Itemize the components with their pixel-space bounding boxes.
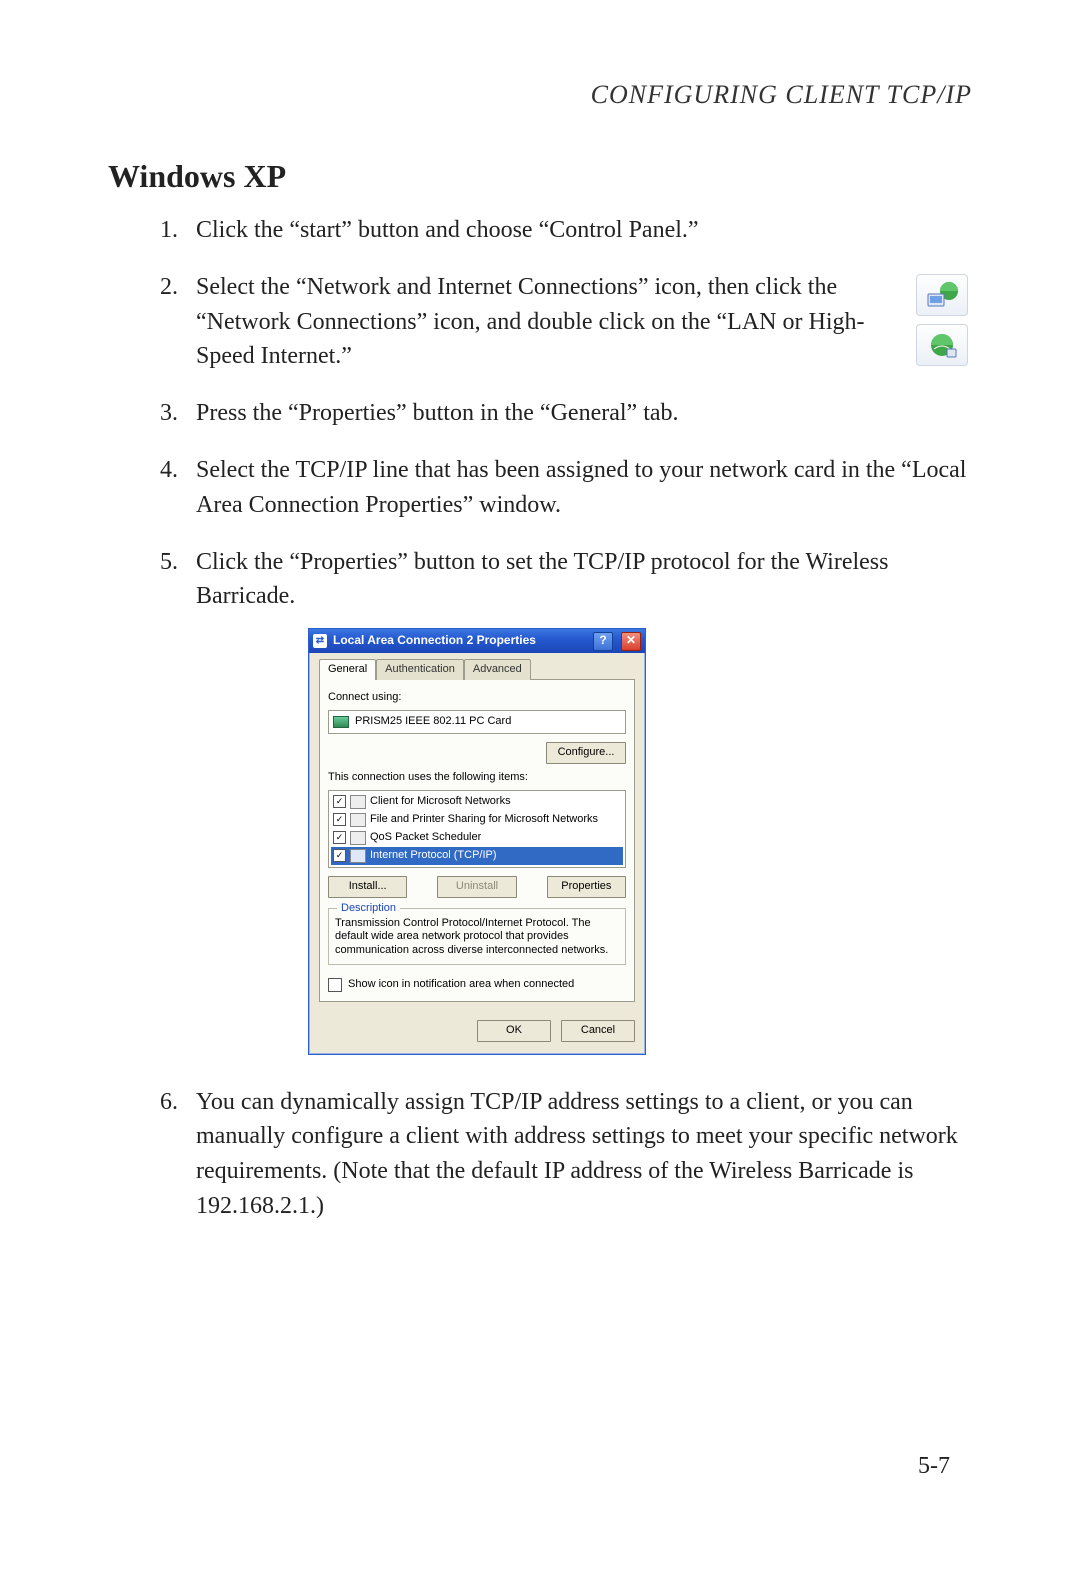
description-group: Description Transmission Control Protoco… <box>328 908 626 965</box>
help-button[interactable]: ? <box>593 632 613 651</box>
cancel-button[interactable]: Cancel <box>561 1020 635 1042</box>
checkbox-icon[interactable]: ✓ <box>333 813 346 826</box>
tab-authentication[interactable]: Authentication <box>376 659 464 680</box>
tab-advanced[interactable]: Advanced <box>464 659 531 680</box>
service-icon <box>350 831 366 845</box>
inline-figure <box>912 274 972 366</box>
connection-icon: ⇄ <box>313 634 327 648</box>
step-number: 6. <box>108 1085 196 1224</box>
section-title: Windows XP <box>108 158 972 195</box>
list-item-label: Internet Protocol (TCP/IP) <box>370 848 497 864</box>
tab-strip: General Authentication Advanced <box>319 659 635 680</box>
configure-button[interactable]: Configure... <box>546 742 626 764</box>
step-text: Press the “Properties” button in the “Ge… <box>196 396 972 431</box>
step-text: You can dynamically assign TCP/IP addres… <box>196 1085 972 1224</box>
step-number: 1. <box>108 213 196 248</box>
service-icon <box>350 813 366 827</box>
nic-icon <box>333 716 349 728</box>
step-number: 3. <box>108 396 196 431</box>
lan-globe-icon <box>916 324 968 366</box>
adapter-field[interactable]: PRISM25 IEEE 802.11 PC Card <box>328 710 626 734</box>
step-text: Select the TCP/IP line that has been ass… <box>196 453 972 523</box>
checkbox-icon[interactable]: ✓ <box>333 831 346 844</box>
list-item[interactable]: ✓ File and Printer Sharing for Microsoft… <box>331 811 623 829</box>
dialog-titlebar[interactable]: ⇄ Local Area Connection 2 Properties ? ✕ <box>309 629 645 653</box>
uninstall-button[interactable]: Uninstall <box>437 876 516 898</box>
close-button[interactable]: ✕ <box>621 632 641 651</box>
dialog-title: Local Area Connection 2 Properties <box>333 632 536 649</box>
install-button[interactable]: Install... <box>328 876 407 898</box>
ok-button[interactable]: OK <box>477 1020 551 1042</box>
step-number: 2. <box>108 270 196 374</box>
list-item-label: QoS Packet Scheduler <box>370 830 481 846</box>
network-connections-icon <box>916 274 968 316</box>
items-label: This connection uses the following items… <box>328 770 626 786</box>
step-text: Select the “Network and Internet Connect… <box>196 270 894 374</box>
steps-list: 1. Click the “start” button and choose “… <box>108 213 972 1224</box>
tab-general-pane: Connect using: PRISM25 IEEE 802.11 PC Ca… <box>319 679 635 1002</box>
service-icon <box>350 795 366 809</box>
step-number: 5. <box>108 545 196 1055</box>
service-icon <box>350 849 366 863</box>
step-text: Click the “start” button and choose “Con… <box>196 213 972 248</box>
properties-dialog: ⇄ Local Area Connection 2 Properties ? ✕… <box>308 628 646 1055</box>
list-item-selected[interactable]: ✓ Internet Protocol (TCP/IP) <box>331 847 623 865</box>
tab-general[interactable]: General <box>319 659 376 680</box>
show-icon-checkbox[interactable] <box>328 978 342 992</box>
description-legend: Description <box>337 901 400 917</box>
connect-using-label: Connect using: <box>328 690 626 706</box>
checkbox-icon[interactable]: ✓ <box>333 849 346 862</box>
properties-button[interactable]: Properties <box>547 876 626 898</box>
checkbox-icon[interactable]: ✓ <box>333 795 346 808</box>
list-item-label: Client for Microsoft Networks <box>370 794 511 810</box>
list-item-label: File and Printer Sharing for Microsoft N… <box>370 812 598 828</box>
list-item[interactable]: ✓ QoS Packet Scheduler <box>331 829 623 847</box>
running-header: CONFIGURING CLIENT TCP/IP <box>108 80 972 110</box>
adapter-name: PRISM25 IEEE 802.11 PC Card <box>355 714 511 730</box>
step-text: Click the “Properties” button to set the… <box>196 549 888 610</box>
list-item[interactable]: ✓ Client for Microsoft Networks <box>331 793 623 811</box>
items-listbox[interactable]: ✓ Client for Microsoft Networks ✓ File a… <box>328 790 626 868</box>
description-text: Transmission Control Protocol/Internet P… <box>335 917 619 958</box>
page-number: 5-7 <box>918 1453 950 1480</box>
show-icon-label: Show icon in notification area when conn… <box>348 977 574 993</box>
step-number: 4. <box>108 453 196 523</box>
